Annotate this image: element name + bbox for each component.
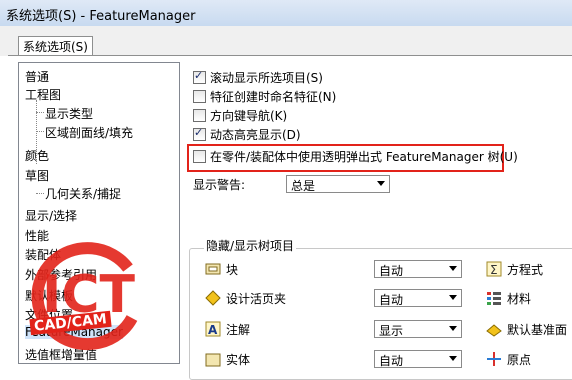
checkbox[interactable] [193,126,206,141]
row-right-label: 原点 [507,353,532,367]
chevron-down-icon [449,295,457,300]
svg-text:A: A [208,323,218,337]
tree-item-display-style[interactable]: 显示类型 [45,105,93,122]
checkbox[interactable] [193,108,206,122]
checkbox[interactable] [193,149,206,163]
row-right-label: 默认基准面 [507,323,568,337]
option-transparent-flyout-tree[interactable]: 在零件/装配体中使用透明弹出式 FeatureManager 树(U) [193,148,518,164]
option-name-feature-on-creation[interactable]: 特征创建时命名特征(N) [193,88,336,104]
svg-text:Σ: Σ [490,263,498,277]
tab-strip: 系统选项(S) [0,26,572,57]
origin-icon [487,352,501,366]
watermark-logo: ICT [31,242,138,351]
solid-bodies-select[interactable]: 自动 [374,350,462,368]
row-right-label: 方程式 [507,263,544,277]
checkbox[interactable] [193,69,206,84]
blocks-select[interactable]: 自动 [374,260,462,278]
option-label: 在零件/装配体中使用透明弹出式 FeatureManager 树(U) [210,149,518,164]
equation-icon: Σ [486,261,502,277]
chevron-down-icon [449,266,457,271]
tree-item-colors[interactable]: 颜色 [25,147,49,164]
design-binder-icon [205,290,221,306]
tree-connector [36,193,44,194]
row-label: 注解 [226,323,251,337]
option-label: 方向键导航(K) [210,108,288,123]
annotations-select[interactable]: 显示 [374,320,462,338]
select-value: 自动 [379,354,404,368]
window-title: 系统选项(S) - FeatureManager [6,9,196,24]
tree-connector [36,131,44,132]
design-binder-select[interactable]: 自动 [374,289,462,307]
group-title: 隐藏/显示树项目 [204,237,297,254]
tree-item-display-selection[interactable]: 显示/选择 [25,207,77,224]
tree-item-sketch[interactable]: 草图 [25,167,49,184]
option-dynamic-highlight[interactable]: 动态高亮显示(D) [193,126,301,142]
tree-item-relations-snaps[interactable]: 几何关系/捕捉 [45,185,121,202]
select-value: 自动 [379,293,404,307]
display-warnings-select[interactable]: 总是 [286,175,390,193]
select-value: 总是 [291,179,316,193]
annotation-icon: A [205,321,221,337]
option-label: 动态高亮显示(D) [210,127,301,142]
checkbox[interactable] [193,89,206,103]
chevron-down-icon [377,181,385,186]
select-value: 显示 [379,324,404,338]
option-scroll-selected[interactable]: 滚动显示所选项目(S) [193,69,323,85]
tree-item-area-hatch[interactable]: 区域剖面线/填充 [45,124,133,141]
option-arrow-key-navigation[interactable]: 方向键导航(K) [193,107,287,123]
tree-connector [36,112,44,113]
row-right-label: 材料 [507,292,532,306]
material-icon [487,292,501,305]
tree-item-general[interactable]: 普通 [25,68,49,85]
block-icon [205,263,221,275]
chevron-down-icon [449,326,457,331]
tree-item-drawings[interactable]: 工程图 [25,86,61,103]
option-label: 滚动显示所选项目(S) [210,70,323,85]
select-value: 自动 [379,264,404,278]
row-label: 实体 [226,353,251,367]
row-label: 设计活页夹 [226,292,287,306]
display-warnings-label: 显示警告: [193,178,246,192]
title-bar: 系统选项(S) - FeatureManager [0,0,572,27]
default-planes-icon [486,324,502,337]
option-label: 特征创建时命名特征(N) [210,89,337,104]
tab-system-options[interactable]: 系统选项(S) [18,36,93,57]
row-label: 块 [226,263,239,277]
solid-bodies-icon [205,353,221,367]
